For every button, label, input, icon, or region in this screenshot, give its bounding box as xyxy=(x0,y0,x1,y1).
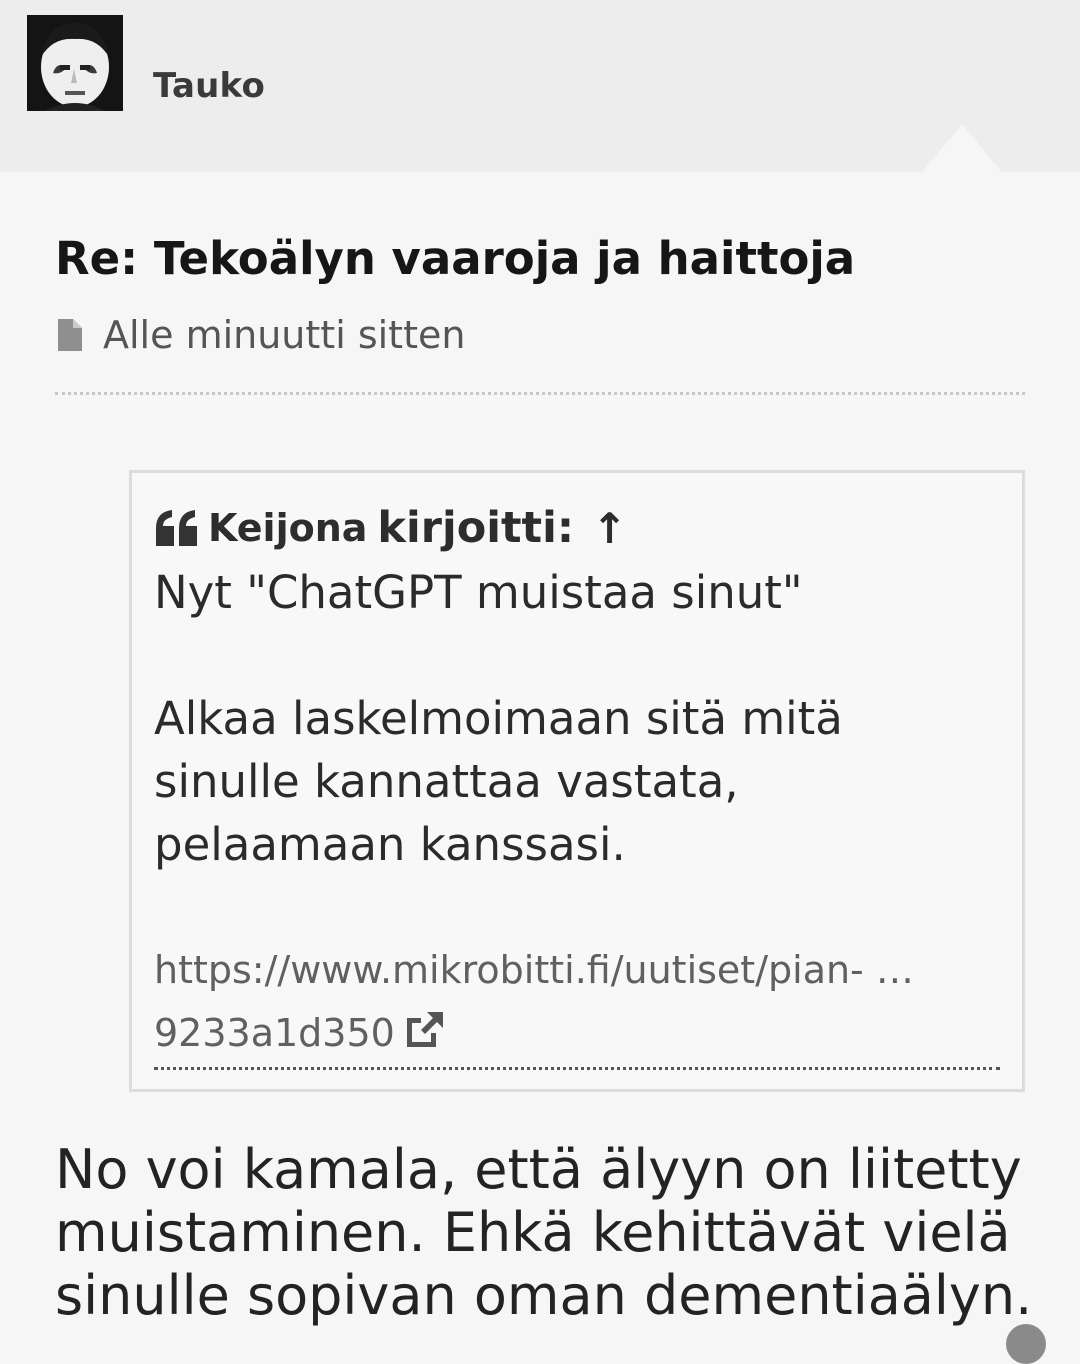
link-url-line-2[interactable]: 9233a1d350 xyxy=(154,1011,395,1055)
document-icon xyxy=(58,319,82,351)
quote-header: Keijona kirjoitti: ↑ xyxy=(154,503,627,553)
link-url-line-1[interactable]: https://www.mikrobitti.fi/uutiset/pian- … xyxy=(154,948,914,992)
quote-paragraph: Nyt "ChatGPT muistaa sinut" xyxy=(154,566,803,619)
quote-block: Keijona kirjoitti: ↑ Nyt "ChatGPT muista… xyxy=(129,470,1025,1092)
speech-notch xyxy=(922,124,1002,172)
post-timestamp[interactable]: Alle minuutti sitten xyxy=(103,313,465,357)
reply-text: No voi kamala, että älyyn on liitetty mu… xyxy=(55,1138,1033,1327)
post-title: Re: Tekoälyn vaaroja ja haittoja xyxy=(55,232,856,285)
post-meta: Alle minuutti sitten xyxy=(55,312,465,358)
username[interactable]: Tauko xyxy=(153,66,265,106)
quote-body: Nyt "ChatGPT muistaa sinut" Alkaa laskel… xyxy=(154,561,994,876)
quote-paragraph: Alkaa laskelmoimaan sitä mitä sinulle ka… xyxy=(154,692,843,871)
avatar[interactable] xyxy=(27,15,123,111)
jump-to-quote-icon[interactable]: ↑ xyxy=(592,504,627,553)
external-link-icon[interactable] xyxy=(403,1010,445,1048)
quote-icon xyxy=(156,510,197,546)
quote-author[interactable]: Keijona xyxy=(208,506,367,550)
divider xyxy=(55,392,1025,395)
quote-wrote-label: kirjoitti: xyxy=(377,503,575,553)
scroll-to-top-button[interactable] xyxy=(1006,1324,1046,1364)
quote-external-link[interactable]: https://www.mikrobitti.fi/uutiset/pian- … xyxy=(154,939,1000,1070)
post-header: Tauko xyxy=(0,0,1080,172)
